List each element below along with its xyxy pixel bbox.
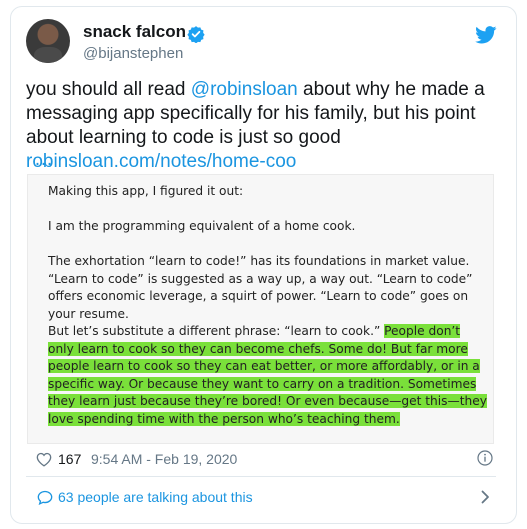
highlighted-text: People don’t only learn to cook so they … (48, 324, 487, 426)
chevron-right-icon[interactable] (481, 490, 490, 504)
avatar[interactable] (26, 19, 70, 63)
image-paragraph-highlighted: But let’s substitute a different phrase:… (48, 323, 488, 429)
author-handle[interactable]: @bijanstephen (83, 45, 183, 62)
like-button[interactable]: 167 (36, 451, 81, 467)
plain-text: But let’s substitute a different phrase:… (48, 324, 385, 338)
divider (26, 476, 496, 477)
talking-count-label: 63 people are talking about this (58, 489, 253, 505)
article-link[interactable]: robinsloan.com/notes/home-coo (26, 151, 296, 172)
speech-bubble-icon (37, 490, 53, 505)
heart-icon (36, 452, 52, 467)
image-paragraph: Making this app, I figured it out: (48, 184, 244, 198)
tweet-text-part: you should all read (26, 79, 191, 100)
author-name[interactable]: snack falcon (83, 22, 186, 42)
link-ellipsis[interactable]: … (34, 149, 53, 171)
info-icon[interactable] (477, 450, 493, 466)
verified-badge-icon (187, 26, 205, 43)
twitter-bird-icon[interactable] (475, 26, 497, 44)
tweet-timestamp[interactable]: 9:54 AM - Feb 19, 2020 (91, 451, 237, 467)
tweet-text: you should all read @robinsloan about wh… (26, 78, 496, 174)
image-paragraph: The exhortation “learn to code!” has its… (48, 254, 473, 321)
image-paragraph: I am the programming equivalent of a hom… (48, 219, 356, 233)
mention-link[interactable]: @robinsloan (191, 79, 298, 100)
attached-image[interactable]: Making this app, I figured it out: I am … (27, 174, 494, 444)
conversation-link[interactable]: 63 people are talking about this (37, 489, 253, 505)
like-count: 167 (58, 451, 82, 467)
